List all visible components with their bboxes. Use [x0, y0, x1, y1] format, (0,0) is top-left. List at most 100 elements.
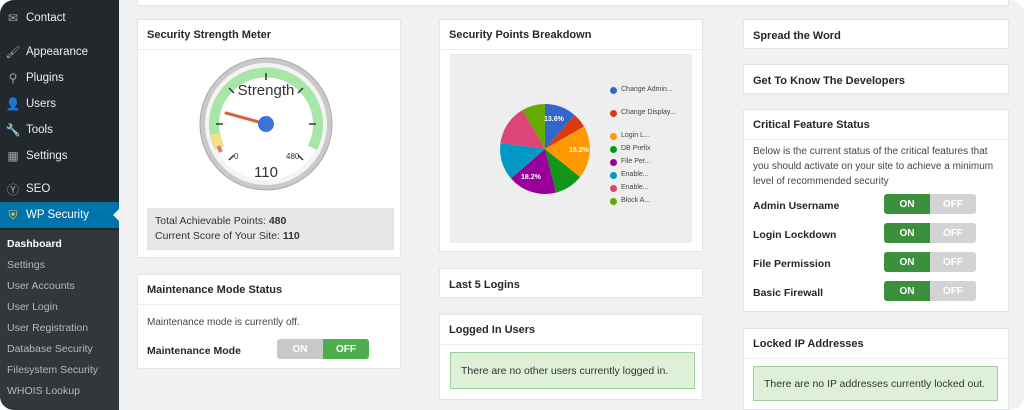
maintenance-mode-toggle[interactable]: ON OFF — [277, 339, 369, 359]
feature-label-file-permission: File Permission — [753, 258, 831, 270]
toggle-off: OFF — [930, 223, 976, 243]
wrench-icon: 🔧 — [5, 123, 21, 137]
plugin-icon: ⚲ — [8, 71, 18, 85]
locked-ip-panel: Locked IP Addresses There are no IP addr… — [743, 328, 1009, 410]
divider — [440, 344, 702, 345]
toggle-on: ON — [277, 339, 323, 359]
panel-title: Last 5 Logins — [449, 279, 520, 291]
maintenance-mode-label: Maintenance Mode — [147, 345, 241, 357]
sidebar-item-settings[interactable]: ▦ Settings — [0, 143, 119, 169]
legend-item: Change Admin... — [610, 86, 690, 107]
legend-dot — [610, 185, 617, 192]
submenu-database-security[interactable]: Database Security — [7, 343, 93, 355]
legend-item: Change Display... — [610, 109, 690, 130]
gauge-min: 0 — [234, 152, 239, 161]
submenu-settings[interactable]: Settings — [7, 259, 45, 271]
toggle-off: OFF — [930, 252, 976, 272]
gauge-value: 110 — [254, 164, 278, 181]
sidebar-item-label: WP Security — [26, 209, 90, 221]
submenu-user-login[interactable]: User Login — [7, 301, 58, 313]
current-score-row: Current Score of Your Site: 110 — [155, 229, 386, 244]
toggle-on: ON — [884, 252, 930, 272]
security-submenu: Dashboard Settings User Accounts User Lo… — [0, 230, 119, 410]
pie-chart-area: 13.6% 18.2% 18.2% Change Admin... Change… — [450, 54, 692, 243]
legend-dot — [610, 133, 617, 140]
toggle-on: ON — [884, 194, 930, 214]
slice-label: 18.2% — [521, 174, 541, 181]
admin-sidebar: ✉ Contact 🖌 Appearance ⚲ Plugins 👤 Users… — [0, 0, 119, 410]
submenu-dashboard[interactable]: Dashboard — [7, 238, 62, 250]
sidebar-item-seo[interactable]: Ⓨ SEO — [0, 176, 119, 202]
legend-label: Login L... — [621, 132, 650, 139]
legend-dot — [610, 146, 617, 153]
sidebar-item-label: Contact — [26, 12, 66, 24]
admin-frame: ✉ Contact 🖌 Appearance ⚲ Plugins 👤 Users… — [0, 0, 1024, 410]
panel-title: Security Points Breakdown — [449, 29, 592, 41]
legend-item: Login L... — [610, 132, 690, 145]
legend-item: Enable... — [610, 184, 690, 197]
legend-dot — [610, 198, 617, 205]
divider — [138, 304, 400, 305]
seo-icon: Ⓨ — [6, 182, 19, 197]
submenu-whois-lookup[interactable]: WHOIS Lookup — [7, 385, 80, 397]
feature-label-basic-firewall: Basic Firewall — [753, 287, 824, 299]
legend-item: Block A... — [610, 197, 690, 210]
sidebar-item-label: Tools — [26, 124, 53, 136]
active-arrow — [113, 209, 119, 221]
sidebar-item-label: Plugins — [26, 72, 64, 84]
panel-title: Get To Know The Developers — [753, 75, 905, 87]
sidebar-item-plugins[interactable]: ⚲ Plugins — [0, 65, 119, 91]
legend-dot — [610, 87, 617, 94]
divider — [744, 139, 1008, 140]
toggle-off: OFF — [323, 339, 369, 359]
feature-label-admin-username: Admin Username — [753, 200, 840, 212]
total-points-row: Total Achievable Points: 480 — [155, 214, 386, 229]
divider — [440, 49, 702, 50]
basic-firewall-toggle[interactable]: ON OFF — [884, 281, 976, 301]
legend-label: Enable... — [621, 184, 649, 191]
legend-label: DB Prefix — [621, 145, 651, 152]
points-breakdown-panel: Security Points Breakdown 13.6% 18.2% 18… — [439, 19, 703, 252]
last-logins-panel[interactable]: Last 5 Logins — [439, 268, 703, 298]
legend-item: Enable... — [610, 171, 690, 184]
legend-label: File Per... — [621, 158, 651, 165]
divider — [138, 49, 400, 50]
divider — [744, 358, 1008, 359]
legend-dot — [610, 110, 617, 117]
legend-item: DB Prefix — [610, 145, 690, 158]
sidebar-item-contact[interactable]: ✉ Contact — [0, 5, 119, 31]
panel-title: Critical Feature Status — [753, 119, 870, 131]
developers-panel[interactable]: Get To Know The Developers — [743, 64, 1009, 94]
legend-label: Block A... — [621, 197, 651, 204]
submenu-filesystem-security[interactable]: Filesystem Security — [7, 364, 98, 376]
shield-icon: ⛨ — [8, 207, 18, 222]
panel-title: Maintenance Mode Status — [147, 284, 283, 296]
admin-username-toggle[interactable]: ON OFF — [884, 194, 976, 214]
gauge-label: Strength — [237, 82, 295, 99]
slice-label: 13.6% — [544, 116, 564, 123]
current-score-label: Current Score of Your Site: — [155, 230, 280, 242]
total-points-value: 480 — [268, 215, 287, 227]
legend-dot — [610, 159, 617, 166]
submenu-user-registration[interactable]: User Registration — [7, 322, 88, 334]
gauge-max: 480 — [286, 152, 300, 161]
spread-word-panel[interactable]: Spread the Word — [743, 19, 1009, 49]
toggle-on: ON — [884, 223, 930, 243]
login-lockdown-toggle[interactable]: ON OFF — [884, 223, 976, 243]
file-permission-toggle[interactable]: ON OFF — [884, 252, 976, 272]
sidebar-item-tools[interactable]: 🔧 Tools — [0, 117, 119, 143]
points-summary: Total Achievable Points: 480 Current Sco… — [147, 208, 394, 250]
sidebar-item-users[interactable]: 👤 Users — [0, 91, 119, 117]
envelope-icon: ✉ — [7, 11, 19, 25]
sidebar-item-wp-security[interactable]: ⛨ WP Security — [0, 202, 119, 228]
settings-icon: ▦ — [7, 149, 19, 163]
maintenance-status-text: Maintenance mode is currently off. — [147, 317, 300, 328]
legend-label: Enable... — [621, 171, 649, 178]
sidebar-item-appearance[interactable]: 🖌 Appearance — [0, 39, 119, 65]
toggle-off: OFF — [930, 194, 976, 214]
sidebar-item-label: Appearance — [26, 46, 89, 58]
legend-label: Change Admin... — [621, 86, 673, 93]
submenu-user-accounts[interactable]: User Accounts — [7, 280, 75, 292]
panel-title: Spread the Word — [753, 30, 841, 42]
locked-ip-notice: There are no IP addresses currently lock… — [753, 366, 998, 401]
